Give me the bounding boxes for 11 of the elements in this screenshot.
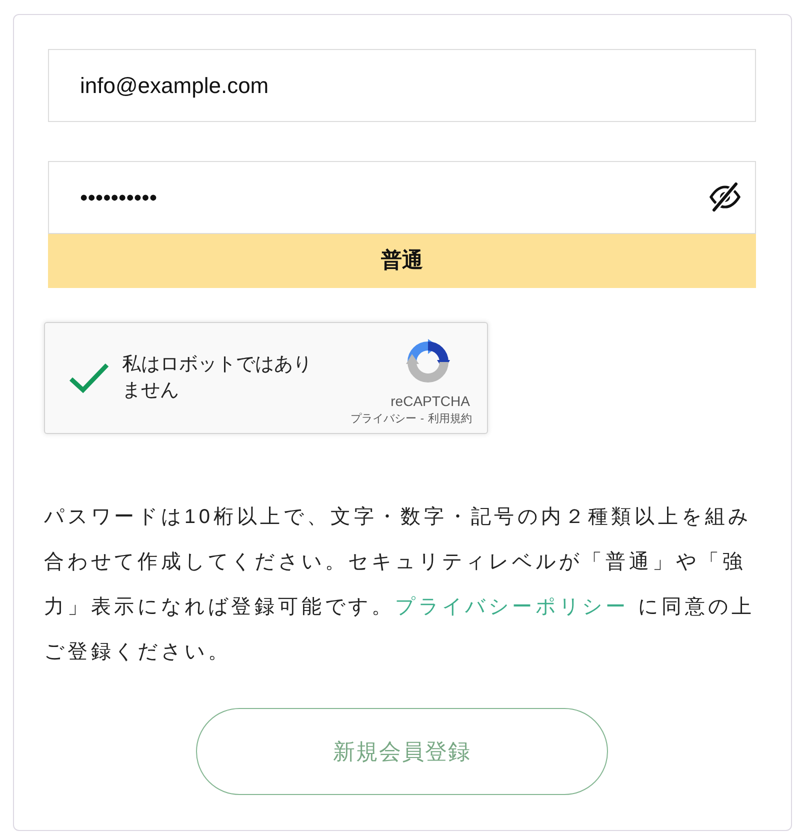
link-separator: -	[420, 412, 424, 427]
password-strength-bar: 普通	[48, 234, 756, 288]
email-field[interactable]: info@example.com	[48, 49, 756, 122]
privacy-link[interactable]: プライバシー	[350, 412, 416, 427]
captcha-brand-text: reCAPTCHA	[390, 392, 470, 410]
terms-link[interactable]: 利用規約	[428, 412, 472, 427]
checkmark-icon[interactable]	[68, 362, 110, 394]
eye-slash-icon[interactable]	[709, 182, 741, 212]
password-field[interactable]: ••••••••••	[48, 161, 756, 234]
captcha-label: 私はロボットではありません	[122, 353, 313, 403]
notice-text: パスワードは10桁以上で、文字・数字・記号の内２種類以上を組み合わせて作成してください。セキュリティレベルが「普通」や「強力」表示になれば登録可能です。プライバシーポリシー に同意の上ご登録ください。	[44, 505, 756, 665]
